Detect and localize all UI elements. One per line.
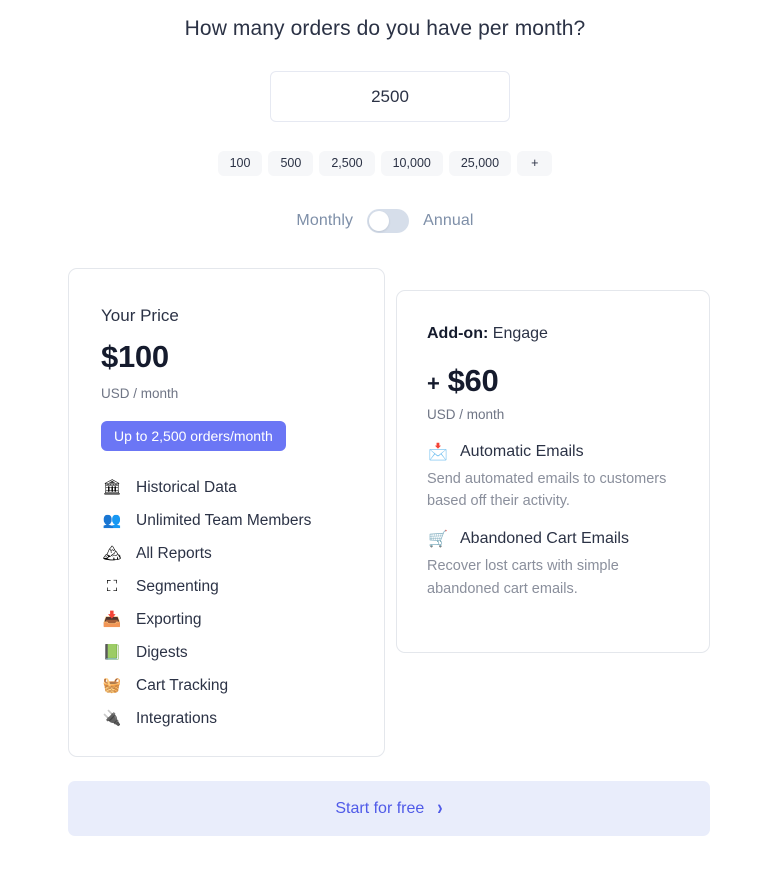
billing-monthly-label[interactable]: Monthly — [296, 212, 353, 230]
addon-title: Add-on: Engage — [427, 325, 548, 343]
billing-period-toggle-row: Monthly Annual — [0, 209, 770, 233]
addon-feature-description: Recover lost carts with simple abandoned… — [427, 558, 619, 597]
page-title: How many orders do you have per month? — [184, 17, 586, 40]
addon-title-prefix: Add-on: — [427, 325, 489, 342]
preset-chip-2500[interactable]: 2,500 — [319, 151, 375, 176]
your-price-unit: USD / month — [101, 386, 179, 401]
feature-all-reports: 🏔 All Reports — [101, 537, 361, 570]
addon-feature-abandoned-cart-emails: 🛒 Abandoned Cart Emails Recover lost car… — [427, 530, 685, 599]
preset-chip-more[interactable]: + — [517, 151, 553, 176]
addon-feature-name: Automatic Emails — [460, 443, 584, 460]
chevron-right-icon: › — [437, 796, 443, 820]
feature-label: Cart Tracking — [136, 676, 229, 694]
preset-chip-row: 100 500 2,500 10,000 25,000 + — [0, 151, 770, 176]
preset-chip-500[interactable]: 500 — [268, 151, 314, 176]
abandoned-cart-icon: 🛒 — [428, 529, 448, 549]
addon-price: + $60 — [427, 363, 499, 399]
feature-segmenting: ⛶ Segmenting — [101, 570, 361, 603]
addon-feature-list: 📩 Automatic Emails Send automated emails… — [427, 443, 685, 600]
cart-basket-icon: 🧺 — [102, 676, 122, 694]
addon-engage-card: Add-on: Engage + $60 USD / month 📩 Autom… — [396, 290, 710, 653]
automatic-emails-envelope-icon: 📩 — [428, 442, 448, 461]
integrations-plug-icon: 🔌 — [102, 709, 122, 727]
feature-label: Integrations — [136, 709, 217, 727]
feature-label: Segmenting — [136, 577, 219, 595]
switch-knob — [369, 211, 390, 231]
feature-label: Exporting — [136, 610, 202, 628]
digests-document-icon: 📗 — [102, 643, 122, 661]
addon-price-amount: $60 — [447, 363, 499, 398]
preset-chip-100[interactable]: 100 — [217, 151, 263, 176]
team-members-icon: 👥 — [102, 511, 122, 529]
feature-label: Historical Data — [136, 478, 237, 496]
billing-annual-label[interactable]: Annual — [423, 212, 473, 230]
addon-feature-name: Abandoned Cart Emails — [460, 530, 629, 548]
orders-per-month-input[interactable] — [270, 71, 510, 122]
addon-price-unit: USD / month — [427, 407, 505, 422]
feature-integrations: 🔌 Integrations — [101, 702, 361, 735]
your-price-amount: $100 — [101, 339, 169, 374]
your-price-title: Your Price — [101, 306, 179, 325]
feature-historical-data: 🏛 Historical Data — [101, 471, 361, 504]
pricing-calculator-page: How many orders do you have per month? 1… — [0, 0, 770, 877]
feature-cart-tracking: 🧺 Cart Tracking — [101, 669, 361, 702]
addon-price-plus: + — [427, 371, 440, 396]
segmenting-selection-icon: ⛶ — [106, 577, 118, 595]
reports-chart-icon: 🏔 — [102, 544, 122, 562]
addon-feature-head: 🛒 Abandoned Cart Emails — [427, 530, 685, 548]
price-feature-list: 🏛 Historical Data 👥 Unlimited Team Membe… — [101, 471, 361, 735]
start-for-free-button[interactable]: Start for free › — [68, 781, 710, 836]
your-price-card: Your Price $100 USD / month Up to 2,500 … — [68, 268, 385, 757]
addon-feature-description: Send automated emails to customers based… — [427, 471, 667, 510]
preset-chip-25000[interactable]: 25,000 — [448, 151, 512, 176]
addon-title-name: Engage — [492, 325, 548, 342]
orders-limit-badge: Up to 2,500 orders/month — [101, 421, 286, 451]
preset-chip-10000[interactable]: 10,000 — [380, 151, 443, 176]
billing-period-switch[interactable] — [367, 209, 410, 233]
addon-feature-automatic-emails: 📩 Automatic Emails Send automated emails… — [427, 443, 685, 512]
start-for-free-label: Start for free — [335, 799, 425, 817]
feature-unlimited-team-members: 👥 Unlimited Team Members — [101, 504, 361, 537]
feature-label: Digests — [136, 643, 188, 661]
feature-label: Unlimited Team Members — [136, 511, 312, 529]
feature-exporting: 📥 Exporting — [101, 603, 361, 636]
feature-label: All Reports — [136, 544, 212, 562]
exporting-tray-icon: 📥 — [102, 610, 122, 628]
classical-building-icon: 🏛 — [102, 478, 122, 496]
addon-feature-head: 📩 Automatic Emails — [427, 443, 685, 461]
feature-digests: 📗 Digests — [101, 636, 361, 669]
